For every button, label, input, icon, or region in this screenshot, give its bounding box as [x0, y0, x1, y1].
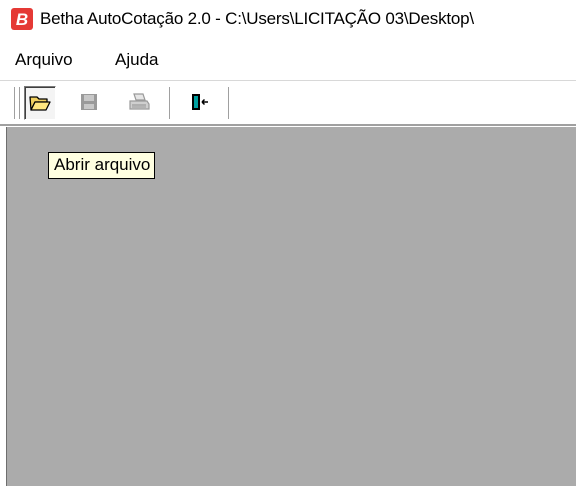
tooltip: Abrir arquivo — [48, 152, 156, 179]
window-title: Betha AutoCotação 2.0 - C:\Users\LICITAÇ… — [40, 9, 474, 28]
menu-bar: Arquivo Ajuda — [0, 40, 576, 78]
exit-door-icon — [192, 94, 208, 110]
save-disk-icon — [81, 94, 97, 110]
print-button[interactable] — [124, 86, 154, 118]
betha-logo-letter: B — [16, 10, 28, 29]
menu-arquivo[interactable]: Arquivo — [15, 50, 73, 70]
toolbar-grip[interactable] — [14, 87, 20, 119]
toolbar — [0, 80, 576, 125]
exit-button[interactable] — [184, 86, 214, 118]
title-bar[interactable]: B Betha AutoCotação 2.0 - C:\Users\LICIT… — [0, 0, 576, 40]
save-button[interactable] — [74, 86, 104, 118]
toolbar-separator — [228, 87, 230, 119]
toolbar-separator — [169, 87, 171, 119]
open-folder-icon — [29, 96, 51, 111]
betha-logo-icon: B — [11, 8, 33, 30]
menu-ajuda[interactable]: Ajuda — [115, 50, 158, 70]
mdi-workspace[interactable] — [6, 127, 576, 486]
printer-icon — [129, 93, 150, 110]
open-file-button[interactable] — [24, 86, 56, 120]
